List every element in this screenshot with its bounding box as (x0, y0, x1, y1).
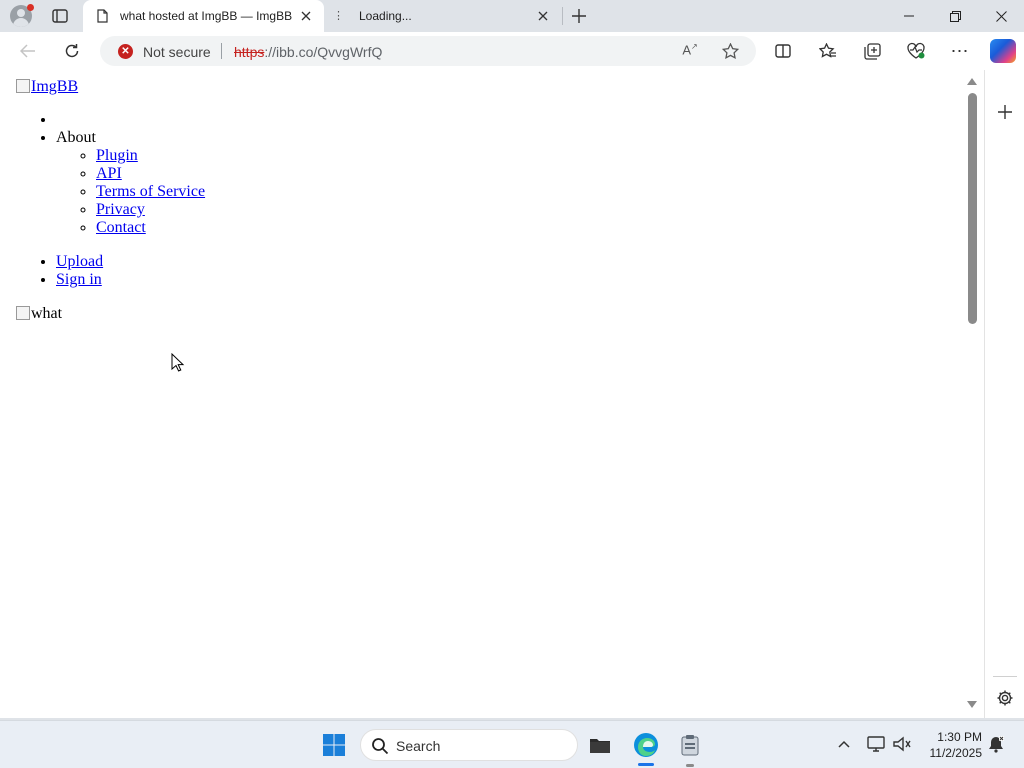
tab-loading[interactable]: ⋮ Loading... (325, 0, 561, 32)
back-icon[interactable] (15, 39, 41, 63)
privacy-link[interactable]: Privacy (96, 201, 145, 218)
tab-title: Loading... (359, 9, 412, 23)
edge-sidebar (984, 70, 1024, 718)
clock-time: 1:30 PM (937, 730, 982, 744)
main-image[interactable]: what (16, 305, 205, 323)
page-viewport: ImgBB About Plugin API Terms of Service … (0, 70, 984, 718)
sidebar-add-plus-icon[interactable] (995, 102, 1015, 122)
settings-icon[interactable] (994, 687, 1016, 709)
broken-image-icon (16, 79, 30, 93)
volume-icon[interactable] (892, 735, 912, 753)
url-path: ://ibb.co/QvvgWrfQ (264, 44, 383, 60)
close-icon[interactable] (298, 8, 314, 24)
top-menu: About Plugin API Terms of Service Privac… (16, 111, 205, 289)
page-body: ImgBB About Plugin API Terms of Service … (16, 78, 205, 323)
logo-link[interactable]: ImgBB (16, 78, 205, 96)
address-bar[interactable]: ✕ Not secure https://ibb.co/QvvgWrfQ A↗ (100, 36, 756, 66)
star-icon[interactable] (720, 41, 740, 61)
address-separator (221, 43, 222, 59)
network-icon[interactable] (866, 735, 886, 753)
search-icon (372, 738, 389, 755)
search-placeholder: Search (396, 738, 441, 754)
broken-image-icon (16, 306, 30, 320)
menu-item-signin: Sign in (56, 271, 205, 289)
plugin-link[interactable]: Plugin (96, 147, 138, 164)
tab-title: what hosted at ImgBB — ImgBB (120, 9, 293, 23)
more-icon[interactable]: ⋯ (948, 40, 972, 62)
mouse-cursor-icon (171, 353, 185, 372)
profile-notification-dot (27, 4, 34, 11)
url-scheme: https (234, 44, 265, 60)
app-running-indicator (686, 764, 694, 767)
new-tab-plus-icon[interactable] (568, 5, 590, 27)
empty-menu-item (56, 111, 205, 129)
split-screen-icon[interactable] (771, 40, 795, 62)
file-explorer-icon[interactable] (586, 731, 614, 759)
menu-item-about[interactable]: About Plugin API Terms of Service Privac… (56, 129, 205, 237)
windows-start-icon[interactable] (322, 733, 346, 757)
sign-in-link[interactable]: Sign in (56, 271, 102, 288)
list-item: Contact (96, 219, 205, 237)
terms-link[interactable]: Terms of Service (96, 183, 205, 200)
taskbar-search[interactable]: Search (360, 729, 578, 761)
loading-indicator-icon: ⋮ (333, 10, 344, 22)
page-icon (95, 9, 109, 23)
window-close-icon[interactable] (978, 0, 1024, 32)
browser-toolbar: ✕ Not secure https://ibb.co/QvvgWrfQ A↗ … (0, 32, 1024, 70)
upload-link[interactable]: Upload (56, 253, 103, 270)
list-item: Terms of Service (96, 183, 205, 201)
notification-icon[interactable] (987, 735, 1005, 753)
menu-item-upload: Upload (56, 253, 205, 271)
tab-imgbb[interactable]: what hosted at ImgBB — ImgBB (83, 0, 324, 32)
list-item: Privacy (96, 201, 205, 219)
favorites-icon[interactable] (816, 40, 840, 62)
security-status[interactable]: Not secure (143, 44, 211, 60)
scroll-up-arrow-icon[interactable] (967, 78, 977, 85)
clock-date: 11/2/2025 (929, 746, 983, 760)
close-icon[interactable] (535, 8, 551, 24)
api-link[interactable]: API (96, 165, 122, 182)
taskbar-clock[interactable]: 1:30 PM 11/2/2025 (914, 729, 983, 761)
main-image-alt: what (31, 305, 63, 322)
scroll-down-arrow-icon[interactable] (967, 701, 977, 708)
about-label[interactable]: About (56, 129, 96, 146)
tab-actions-icon[interactable] (49, 6, 71, 26)
list-item: Plugin (96, 147, 205, 165)
logo-alt-text: ImgBB (31, 78, 79, 95)
collections-icon[interactable] (860, 40, 884, 62)
about-submenu: Plugin API Terms of Service Privacy Cont… (56, 147, 205, 237)
performance-icon[interactable] (904, 40, 928, 62)
reload-icon[interactable] (59, 39, 85, 63)
tab-strip: what hosted at ImgBB — ImgBB ⋮ Loading..… (0, 0, 1024, 32)
edge-icon[interactable] (632, 731, 660, 759)
sidebar-separator (993, 676, 1017, 677)
read-aloud-icon[interactable]: A↗ (680, 42, 700, 60)
contact-link[interactable]: Contact (96, 219, 146, 236)
chevron-up-icon[interactable] (836, 735, 852, 753)
restore-icon[interactable] (932, 0, 978, 32)
windows-taskbar: Search 1:30 PM 11/2/2025 (0, 720, 1024, 768)
url-text[interactable]: https://ibb.co/QvvgWrfQ (234, 44, 382, 60)
list-item: API (96, 165, 205, 183)
scrollbar-thumb[interactable] (968, 93, 977, 324)
active-app-indicator (638, 763, 654, 766)
copilot-icon[interactable] (990, 39, 1016, 63)
tab-separator (562, 7, 563, 25)
clipboard-app-icon[interactable] (676, 731, 704, 759)
minimize-icon[interactable] (886, 0, 932, 32)
warning-icon[interactable]: ✕ (118, 44, 133, 59)
